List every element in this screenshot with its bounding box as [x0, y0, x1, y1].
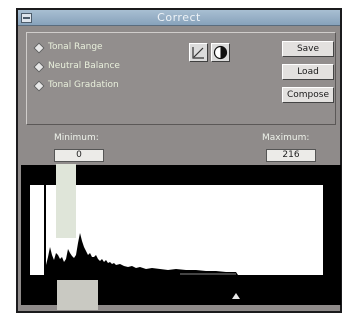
- curve-tool-button[interactable]: [189, 43, 208, 62]
- contrast-icon: [213, 45, 228, 60]
- maximum-label: Maximum:: [262, 133, 310, 143]
- title-bar[interactable]: Correct: [18, 10, 340, 26]
- save-button[interactable]: Save: [282, 41, 334, 57]
- radio-label: Tonal Gradation: [48, 80, 119, 90]
- minimum-label: Minimum:: [54, 133, 99, 143]
- curve-icon: [192, 47, 204, 59]
- options-panel: Tonal Range Neutral Balance Tonal Gradat…: [26, 32, 336, 125]
- load-button[interactable]: Load: [282, 64, 334, 80]
- compose-button[interactable]: Compose: [282, 87, 334, 103]
- maximum-field[interactable]: 216: [266, 149, 316, 162]
- radio-label: Neutral Balance: [48, 61, 120, 71]
- image-strip-lower: [57, 280, 98, 310]
- slider-triangle-icon[interactable]: [232, 293, 240, 299]
- image-strip: [56, 164, 76, 238]
- minimum-field[interactable]: 0: [54, 149, 104, 162]
- contrast-tool-button[interactable]: [211, 43, 230, 62]
- radio-diamond-icon: [33, 42, 45, 54]
- radio-label: Tonal Range: [48, 42, 103, 52]
- window-title: Correct: [157, 11, 201, 24]
- radio-diamond-icon: [33, 61, 45, 73]
- radio-diamond-icon: [33, 80, 45, 92]
